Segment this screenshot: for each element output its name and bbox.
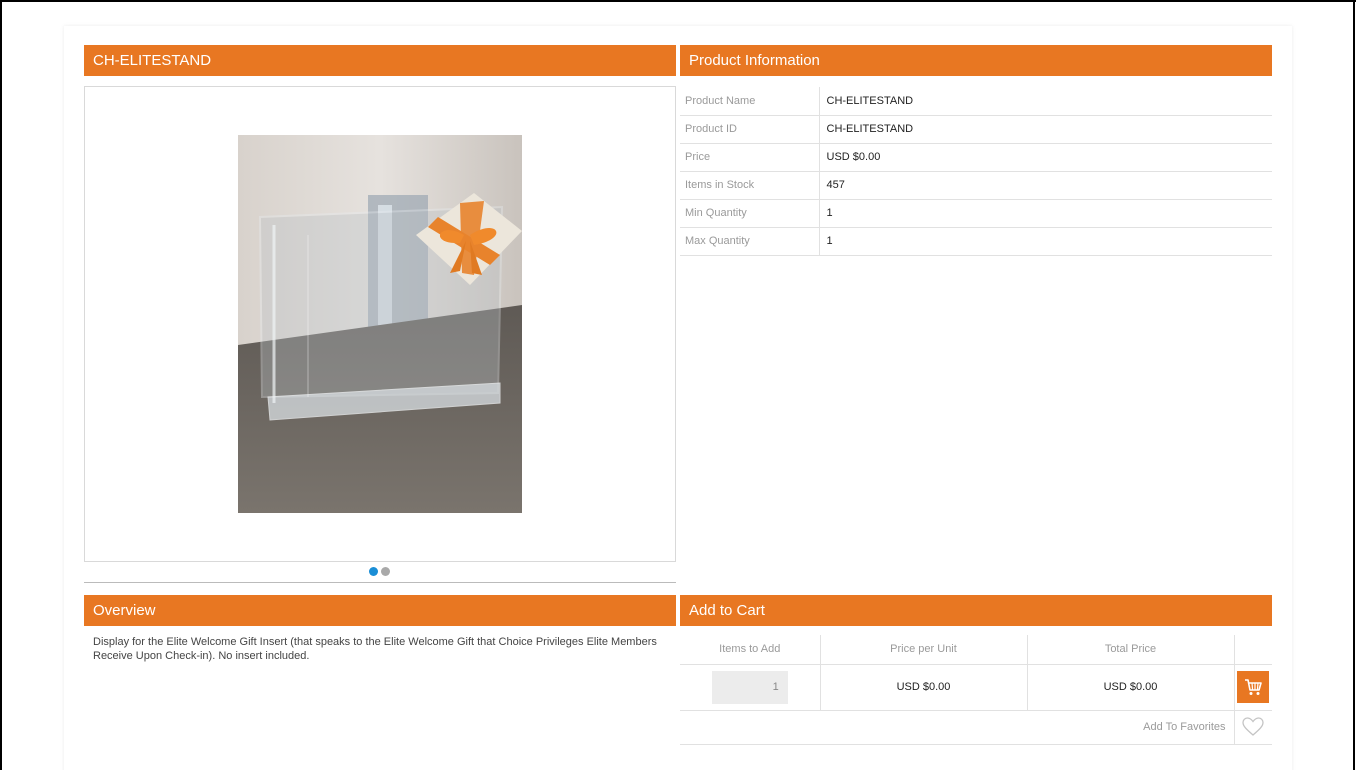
heart-icon xyxy=(1242,717,1264,736)
carousel-pagination xyxy=(367,566,395,578)
add-to-cart-table: Items to Add Price per Unit Total Price … xyxy=(680,635,1272,745)
table-row: Product Name CH-ELITESTAND xyxy=(680,87,1272,115)
total-price-value: USD $0.00 xyxy=(1027,664,1235,711)
product-information-header: Product Information xyxy=(680,45,1272,76)
overview-description: Display for the Elite Welcome Gift Inser… xyxy=(93,636,657,662)
divider xyxy=(84,582,676,583)
price-per-unit-value: USD $0.00 xyxy=(820,664,1028,711)
table-row: Items in Stock 457 xyxy=(680,171,1272,199)
total-price-column-header: Total Price xyxy=(1027,635,1235,665)
price-value: USD $0.00 xyxy=(826,151,881,163)
cart-action-column-header xyxy=(1234,635,1272,665)
product-id-value: CH-ELITESTAND xyxy=(826,123,914,135)
product-name-value: CH-ELITESTAND xyxy=(826,94,914,107)
min-quantity-value: 1 xyxy=(826,207,833,219)
max-quantity-label: Max Quantity xyxy=(680,227,820,255)
table-row: Max Quantity 1 xyxy=(680,227,1272,255)
items-to-add-column-header: Items to Add xyxy=(680,635,821,665)
carousel-dot-1[interactable] xyxy=(369,567,378,576)
cart-header-row: Items to Add Price per Unit Total Price xyxy=(680,635,1272,665)
price-label: Price xyxy=(680,143,820,171)
window-border-right xyxy=(1353,0,1355,770)
product-information-table: Product Name CH-ELITESTAND Product ID CH… xyxy=(680,87,1272,256)
window-border-top xyxy=(0,0,1356,2)
max-quantity-value: 1 xyxy=(826,235,833,247)
add-to-cart-button[interactable] xyxy=(1237,671,1270,703)
items-in-stock-value: 457 xyxy=(826,179,845,191)
add-to-cart-header: Add to Cart xyxy=(680,595,1272,626)
add-to-favorites-label[interactable]: Add To Favorites xyxy=(680,710,1235,745)
quantity-cell xyxy=(680,664,821,711)
price-per-unit-column-header: Price per Unit xyxy=(820,635,1028,665)
window-border-left xyxy=(0,0,2,770)
min-quantity-label: Min Quantity xyxy=(680,199,820,227)
quantity-input[interactable] xyxy=(711,670,788,704)
shopping-cart-icon xyxy=(1245,679,1263,695)
cart-action-cell xyxy=(1234,664,1272,711)
table-row: Product ID CH-ELITESTAND xyxy=(680,115,1272,143)
product-name-label: Product Name xyxy=(680,87,820,115)
product-photo-illustration xyxy=(238,135,522,513)
add-to-favorites-button[interactable] xyxy=(1234,710,1272,745)
table-row: Price USD $0.00 xyxy=(680,143,1272,171)
product-image-carousel xyxy=(84,86,676,562)
product-title-header: CH-ELITESTAND xyxy=(84,45,676,76)
carousel-dot-2[interactable] xyxy=(381,567,390,576)
items-in-stock-label: Items in Stock xyxy=(680,171,820,199)
product-id-label: Product ID xyxy=(680,115,820,143)
table-row: Min Quantity 1 xyxy=(680,199,1272,227)
overview-header: Overview xyxy=(84,595,676,626)
favorites-row: Add To Favorites xyxy=(680,710,1272,745)
cart-row: USD $0.00 USD $0.00 xyxy=(680,664,1272,711)
product-image[interactable] xyxy=(238,135,522,513)
